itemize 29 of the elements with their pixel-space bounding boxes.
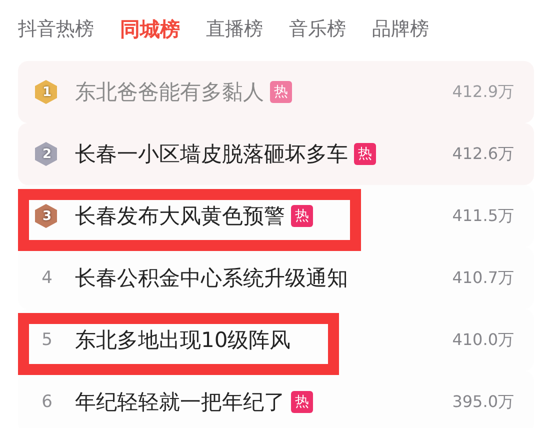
heat-count: 412.6万 xyxy=(452,144,514,164)
rank-number: 6 xyxy=(40,392,54,412)
topic-title: 东北多地出现10级阵风 xyxy=(75,327,291,354)
rank-number: 3 xyxy=(41,208,53,224)
hot-badge: 热 xyxy=(291,205,313,227)
topic-title: 东北爸爸能有多黏人 xyxy=(75,79,264,106)
topic-title: 长春公积金中心系统升级通知 xyxy=(75,265,348,292)
topic-title: 长春一小区墙皮脱落砸坏多车 xyxy=(75,141,348,168)
rank-number: 1 xyxy=(41,84,53,100)
rank-number: 5 xyxy=(40,330,54,350)
list-row[interactable]: 2 长春一小区墙皮脱落砸坏多车 热 412.6万 xyxy=(18,123,534,185)
tab[interactable]: 直播榜 xyxy=(206,16,263,42)
tab[interactable]: 音乐榜 xyxy=(289,16,346,42)
heat-count: 412.9万 xyxy=(452,82,514,102)
tab[interactable]: 同城榜 xyxy=(120,16,180,42)
tab[interactable]: 抖音热榜 xyxy=(18,16,94,42)
list-row[interactable]: 1 东北爸爸能有多黏人 热 412.9万 xyxy=(18,61,534,123)
tab[interactable]: 品牌榜 xyxy=(372,16,429,42)
rank-number: 4 xyxy=(40,268,54,288)
rank-number: 2 xyxy=(41,146,53,162)
heat-count: 411.5万 xyxy=(452,206,514,226)
hot-badge: 热 xyxy=(354,143,376,165)
hot-badge: 热 xyxy=(270,81,292,103)
hot-badge: 热 xyxy=(291,391,313,413)
heat-count: 395.0万 xyxy=(452,392,514,412)
heat-count: 410.0万 xyxy=(452,330,514,350)
heat-count: 410.7万 xyxy=(452,268,514,288)
topic-title: 年纪轻轻就一把年纪了 xyxy=(75,389,285,416)
topic-title: 长春发布大风黄色预警 xyxy=(75,203,285,230)
